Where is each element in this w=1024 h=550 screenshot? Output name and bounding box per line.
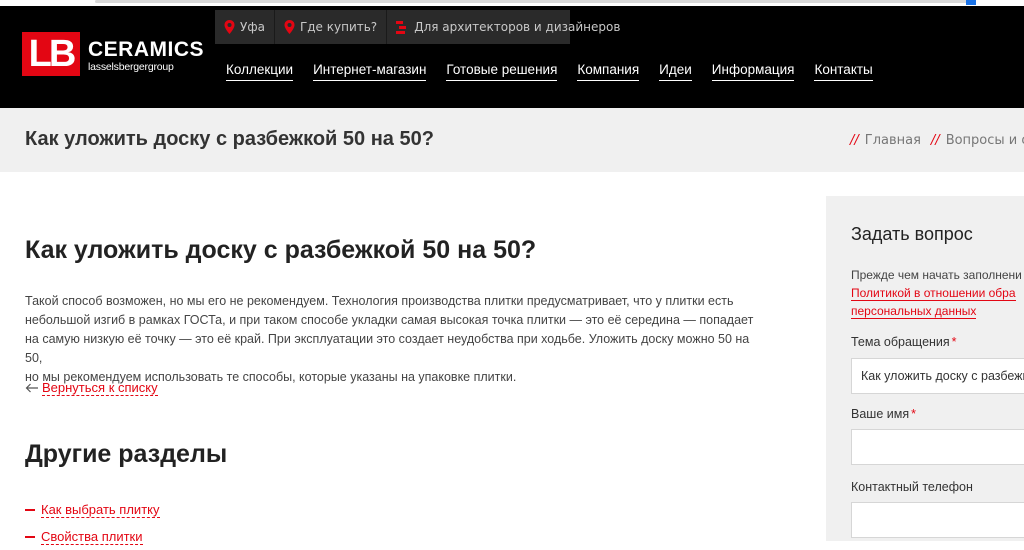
back-to-list-label: Вернуться к списку <box>42 380 158 396</box>
city-selector[interactable]: Уфа <box>215 10 274 44</box>
main-nav: Коллекции Интернет-магазин Готовые решен… <box>226 62 893 81</box>
architects-label: Для архитекторов и дизайнеров <box>414 20 621 34</box>
where-to-buy-label: Где купить? <box>299 20 378 34</box>
article-body: Такой способ возможен, но мы его не реко… <box>25 292 770 387</box>
page-title: Как уложить доску с разбежкой 50 на 50? <box>25 128 434 150</box>
required-mark: * <box>951 335 957 349</box>
city-label: Уфа <box>240 20 265 34</box>
nav-item-company[interactable]: Компания <box>577 62 640 81</box>
scrollbar-thumb[interactable] <box>966 0 976 5</box>
nav-item-information[interactable]: Информация <box>711 62 795 81</box>
section-link-tile-properties[interactable]: Свойства плитки <box>25 523 160 550</box>
logo-subtitle: lasselsbergergroup <box>88 61 174 73</box>
architects-link[interactable]: Для архитекторов и дизайнеров <box>386 10 629 44</box>
breadcrumb-questions[interactable]: Вопросы и отве <box>946 133 1024 148</box>
section-link-label: Как выбрать плитку <box>41 501 160 518</box>
breadcrumb-separator: // <box>850 133 859 148</box>
topic-label-text: Тема обращения <box>851 335 950 349</box>
privacy-note-text: Прежде чем начать заполнени <box>851 268 1022 282</box>
topic-field[interactable]: Как уложить доску с разбежк <box>851 358 1024 394</box>
breadcrumb-home[interactable]: Главная <box>865 133 921 148</box>
logo-name: CERAMICS <box>88 38 205 61</box>
article-line: на самую низкую её точку — это её край. … <box>25 332 750 365</box>
nav-item-collections[interactable]: Коллекции <box>226 62 294 81</box>
name-field[interactable] <box>851 429 1024 465</box>
header-topbar: Уфа Где купить? Для архитекторов и дизай… <box>215 10 620 44</box>
architect-icon <box>396 20 407 34</box>
breadcrumb-separator: // <box>930 133 940 148</box>
section-link-label: Свойства плитки <box>41 528 143 545</box>
ask-question-form: Задать вопрос Прежде чем начать заполнен… <box>826 196 1024 541</box>
article-line: Такой способ возможен, но мы его не реко… <box>25 294 734 308</box>
phone-label: Контактный телефон <box>851 480 973 494</box>
horizontal-scrollbar[interactable] <box>95 0 975 3</box>
nav-item-ideas[interactable]: Идеи <box>659 62 692 81</box>
nav-item-shop[interactable]: Интернет-магазин <box>313 62 427 81</box>
page-title-band: Как уложить доску с разбежкой 50 на 50? … <box>0 108 1024 172</box>
location-pin-icon <box>284 20 295 34</box>
name-label: Ваше имя * <box>851 407 916 421</box>
other-sections-list: Как выбрать плитку Свойства плитки <box>25 496 160 550</box>
lb-ceramics-logo[interactable]: LB CERAMICS lasselsbergergroup <box>22 32 204 76</box>
section-link-choose-tile[interactable]: Как выбрать плитку <box>25 496 160 523</box>
name-label-text: Ваше имя <box>851 407 910 421</box>
nav-item-solutions[interactable]: Готовые решения <box>446 62 558 81</box>
dash-bullet-icon <box>25 535 35 538</box>
topic-label: Тема обращения * <box>851 335 957 349</box>
form-privacy-note: Прежде чем начать заполнени Политикой в … <box>851 266 1022 320</box>
article-line: небольшой изгиб в рамках ГОСТа, и при та… <box>25 313 754 327</box>
logo-mark: LB <box>22 32 80 76</box>
breadcrumb: // Главная // Вопросы и отве <box>850 133 1024 148</box>
phone-label-text: Контактный телефон <box>851 480 973 494</box>
nav-item-contacts[interactable]: Контакты <box>814 62 873 81</box>
article-title: Как уложить доску с разбежкой 50 на 50? <box>25 236 537 264</box>
privacy-policy-link[interactable]: Политикой в отношении обра <box>851 286 1016 301</box>
site-header: LB CERAMICS lasselsbergergroup Уфа Где к… <box>0 6 1024 108</box>
where-to-buy-link[interactable]: Где купить? <box>273 10 386 44</box>
personal-data-link[interactable]: персональных данных <box>851 304 977 319</box>
required-mark: * <box>911 407 916 421</box>
other-sections-title: Другие разделы <box>25 440 228 468</box>
arrow-left-icon <box>25 383 38 393</box>
location-pin-icon <box>224 20 235 34</box>
dash-bullet-icon <box>25 508 35 511</box>
form-title: Задать вопрос <box>851 224 973 244</box>
phone-field[interactable] <box>851 502 1024 538</box>
back-to-list-link[interactable]: Вернуться к списку <box>25 380 158 396</box>
